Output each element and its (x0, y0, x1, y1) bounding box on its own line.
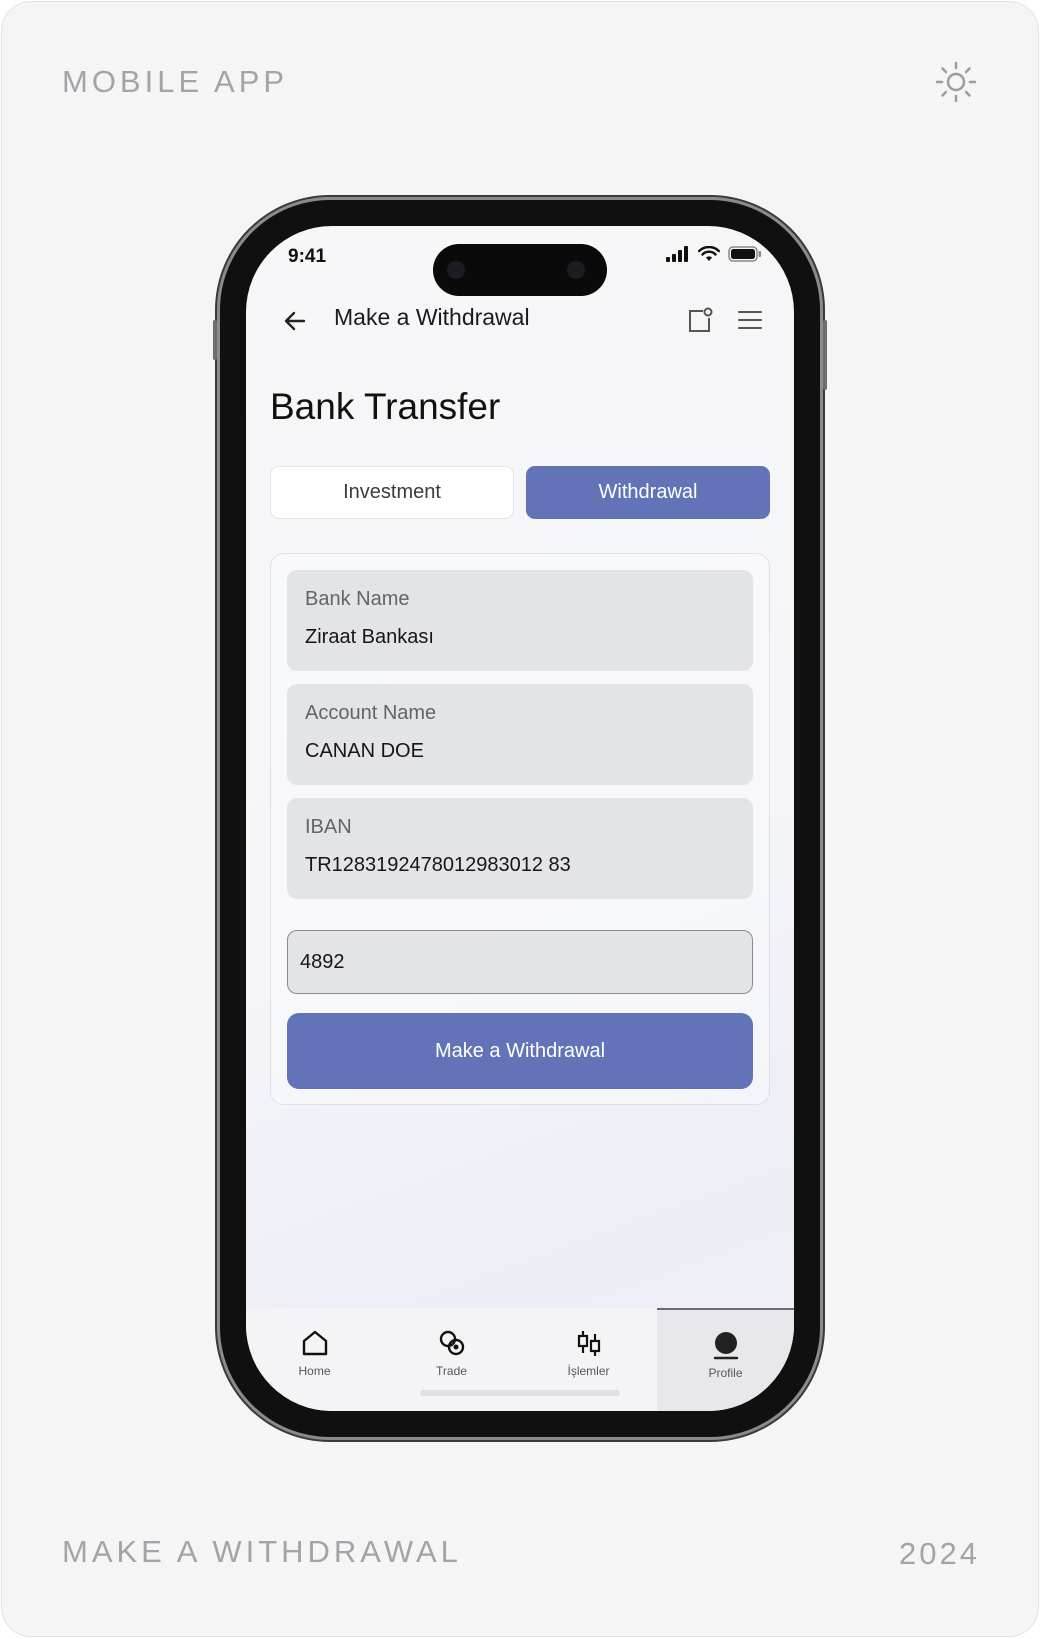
header-title: Make a Withdrawal (334, 304, 530, 330)
signal-icon (666, 246, 688, 262)
field-value: TR1283192478012983012 83 (305, 854, 571, 876)
home-indicator (420, 1390, 620, 1396)
candlestick-icon (577, 1331, 600, 1356)
status-time: 9:41 (288, 246, 327, 267)
page-title: Bank Transfer (270, 386, 501, 427)
side-button (213, 320, 217, 360)
notification-icon[interactable] (686, 306, 714, 334)
nav-item-home[interactable]: Home (246, 1308, 383, 1411)
battery-icon (728, 246, 761, 262)
app-header: Make a Withdrawal (246, 290, 794, 362)
screen-name-label: MAKE A WITHDRAWAL (62, 1534, 462, 1569)
trade-icon (439, 1330, 464, 1356)
status-icons (666, 246, 762, 262)
nav-label: İşlemler (567, 1364, 610, 1378)
side-button (823, 320, 827, 390)
iban-field[interactable]: IBAN TR1283192478012983012 83 (287, 798, 753, 899)
nav-label: Home (298, 1364, 331, 1378)
sun-icon[interactable] (934, 60, 978, 104)
make-withdrawal-button[interactable]: Make a Withdrawal (287, 1013, 753, 1089)
nav-label: Trade (436, 1364, 467, 1378)
hamburger-menu-icon[interactable] (736, 306, 764, 334)
account-name-field[interactable]: Account Name CANAN DOE (287, 684, 753, 785)
nav-item-profile[interactable]: Profile (657, 1308, 794, 1411)
back-arrow-icon[interactable] (282, 308, 308, 334)
camera-dot (567, 261, 585, 279)
tab-investment[interactable]: Investment (270, 466, 514, 519)
dynamic-island (433, 244, 607, 296)
phone-frame: 9:41 Make a Withdrawal Bank Transfer Inv… (213, 200, 827, 1437)
field-label: Bank Name (305, 588, 410, 610)
profile-icon (713, 1332, 738, 1360)
field-label: Account Name (305, 702, 437, 724)
field-value: CANAN DOE (305, 740, 424, 762)
home-icon (302, 1330, 327, 1356)
bank-name-field[interactable]: Bank Name Ziraat Bankası (287, 570, 753, 671)
field-value: Ziraat Bankası (305, 626, 434, 648)
wifi-icon (698, 246, 720, 261)
camera-dot (447, 261, 465, 279)
year-label: 2024 (899, 1536, 980, 1571)
withdrawal-form: Bank Name Ziraat Bankası Account Name CA… (270, 553, 770, 1105)
field-label: IBAN (305, 816, 352, 838)
phone-screen: 9:41 Make a Withdrawal Bank Transfer Inv… (246, 226, 794, 1411)
code-input[interactable]: 4892 (287, 930, 753, 994)
section-label: MOBILE APP (62, 64, 289, 99)
nav-label: Profile (708, 1366, 743, 1380)
tab-withdrawal[interactable]: Withdrawal (526, 466, 770, 519)
